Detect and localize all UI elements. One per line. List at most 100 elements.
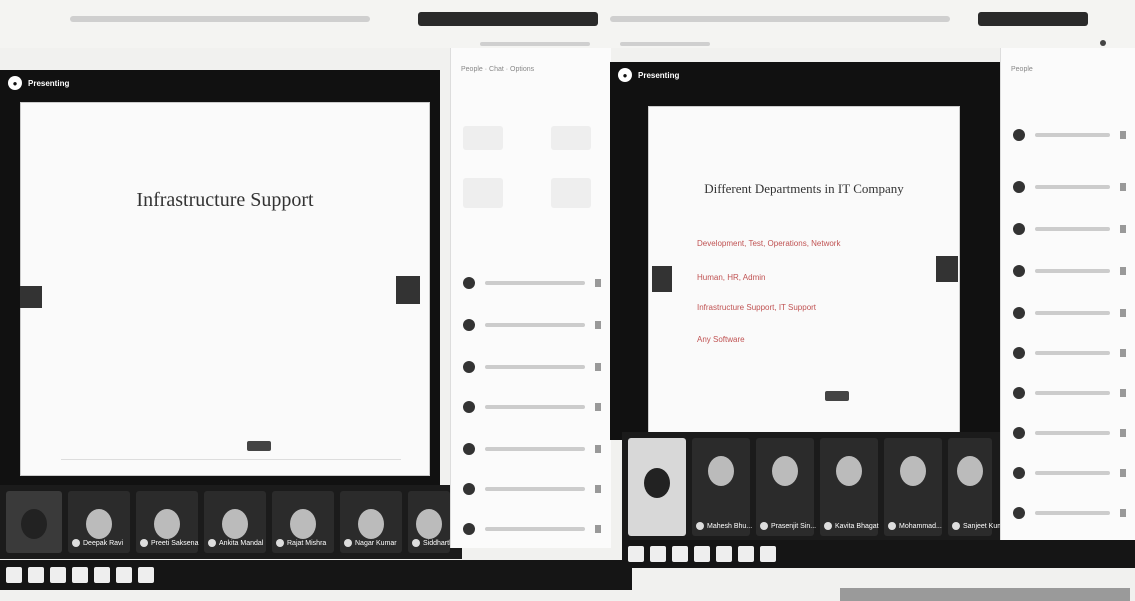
slide-bullet: Development, Test, Operations, Network bbox=[697, 239, 841, 248]
participant-tile[interactable]: Kavita Bhagat bbox=[820, 438, 879, 536]
browser-tab-active[interactable] bbox=[418, 12, 598, 26]
participant-row[interactable] bbox=[1013, 504, 1126, 522]
participant-row[interactable] bbox=[1013, 424, 1126, 442]
taskbar-app-icon[interactable] bbox=[28, 567, 44, 583]
participant-tile[interactable]: Siddharth Na... bbox=[408, 491, 470, 553]
mic-icon bbox=[824, 522, 832, 530]
taskbar-app-icon[interactable] bbox=[672, 546, 688, 562]
left-nav-handle-icon[interactable] bbox=[20, 286, 42, 308]
taskbar-app-icon[interactable] bbox=[138, 567, 154, 583]
taskbar-app-icon[interactable] bbox=[94, 567, 110, 583]
mic-icon bbox=[208, 539, 216, 547]
tab-title-faint bbox=[70, 16, 370, 22]
slide-bullets: Development, Test, Operations, Network H… bbox=[697, 239, 937, 349]
participant-tile[interactable]: Deepak Ravi bbox=[68, 491, 130, 553]
participant-name: Mahesh Bhu... bbox=[707, 522, 753, 530]
mic-icon bbox=[760, 522, 768, 530]
left-slide: Infrastructure Support bbox=[20, 102, 430, 476]
participant-tile[interactable]: Rajat Mishra bbox=[272, 491, 334, 553]
participant-row[interactable] bbox=[463, 480, 601, 498]
self-video-tile[interactable] bbox=[6, 491, 62, 553]
taskbar-app-icon[interactable] bbox=[650, 546, 666, 562]
left-taskbar bbox=[0, 560, 632, 590]
panel-header: People · Chat · Options bbox=[461, 66, 535, 73]
slide-title: Infrastructure Support bbox=[136, 189, 314, 211]
taskbar-app-icon[interactable] bbox=[628, 546, 644, 562]
participant-name: Mohammad... bbox=[899, 522, 942, 530]
participant-row[interactable] bbox=[463, 274, 601, 292]
participant-tile[interactable]: Ankita Mandal bbox=[204, 491, 266, 553]
participant-row[interactable] bbox=[1013, 178, 1126, 196]
participant-row[interactable] bbox=[463, 316, 601, 334]
participant-row[interactable] bbox=[463, 520, 601, 538]
participant-tile[interactable]: Preeti Saksena bbox=[136, 491, 198, 553]
mic-icon bbox=[72, 539, 80, 547]
slide-nav-button[interactable] bbox=[247, 441, 271, 451]
participant-row[interactable] bbox=[1013, 384, 1126, 402]
left-participant-strip: Deepak Ravi Preeti Saksena Ankita Mandal… bbox=[0, 485, 470, 559]
mic-icon bbox=[412, 539, 420, 547]
participant-row[interactable] bbox=[1013, 262, 1126, 280]
mic-icon bbox=[140, 539, 148, 547]
taskbar-app-icon[interactable] bbox=[72, 567, 88, 583]
option-box[interactable] bbox=[463, 178, 503, 208]
participant-row[interactable] bbox=[1013, 126, 1126, 144]
browser-tab-right[interactable] bbox=[978, 12, 1088, 26]
option-box[interactable] bbox=[551, 178, 591, 208]
option-box[interactable] bbox=[463, 126, 503, 150]
participant-tile[interactable]: Mohammad... bbox=[884, 438, 942, 536]
left-nav-handle-icon[interactable] bbox=[652, 266, 672, 292]
mic-icon bbox=[276, 539, 284, 547]
participant-tile[interactable]: Prasenjit Sin... bbox=[756, 438, 817, 536]
right-meeting-window: ● Presenting Different Departments in IT… bbox=[610, 62, 1000, 440]
presenter-logo-icon: ● bbox=[8, 76, 22, 90]
participant-tile[interactable]: Sanjeet Kumar bbox=[948, 438, 1009, 536]
participant-row[interactable] bbox=[463, 440, 601, 458]
slide-title: Different Departments in IT Company bbox=[704, 181, 904, 196]
taskbar-app-icon[interactable] bbox=[116, 567, 132, 583]
right-participant-strip: Mahesh Bhu... Prasenjit Sin... Kavita Bh… bbox=[622, 432, 1014, 542]
slide-divider bbox=[61, 459, 401, 460]
mic-icon bbox=[344, 539, 352, 547]
participant-tile[interactable]: Nagar Kumar bbox=[340, 491, 402, 553]
participant-row[interactable] bbox=[1013, 220, 1126, 238]
taskbar-app-icon[interactable] bbox=[738, 546, 754, 562]
bottom-edge-strip bbox=[840, 588, 1130, 601]
self-video-tile[interactable] bbox=[628, 438, 686, 536]
right-taskbar bbox=[622, 540, 1135, 568]
toolbar-faint-2 bbox=[620, 42, 710, 46]
slide-bullet: Infrastructure Support, IT Support bbox=[697, 303, 817, 312]
panel-header: People bbox=[1011, 66, 1033, 73]
participant-name: Preeti Saksena bbox=[151, 539, 199, 547]
participant-name: Rajat Mishra bbox=[287, 539, 327, 547]
participant-name: Deepak Ravi bbox=[83, 539, 124, 547]
right-nav-handle-icon[interactable] bbox=[936, 256, 958, 282]
right-side-panel: People bbox=[1000, 48, 1135, 540]
participant-row[interactable] bbox=[463, 358, 601, 376]
tab-url-faint bbox=[610, 16, 950, 22]
right-slide: Different Departments in IT Company Deve… bbox=[648, 106, 960, 434]
taskbar-app-icon[interactable] bbox=[50, 567, 66, 583]
slide-nav-button[interactable] bbox=[825, 391, 849, 401]
left-meeting-header: ● Presenting bbox=[0, 70, 440, 96]
option-box[interactable] bbox=[551, 126, 591, 150]
slide-bullet: Human, HR, Admin bbox=[697, 273, 766, 282]
participant-row[interactable] bbox=[1013, 464, 1126, 482]
right-nav-handle-icon[interactable] bbox=[396, 276, 420, 304]
participant-name: Ankita Mandal bbox=[219, 539, 264, 547]
taskbar-app-icon[interactable] bbox=[760, 546, 776, 562]
menu-dot-icon[interactable] bbox=[1100, 40, 1106, 46]
participant-name: Prasenjit Sin... bbox=[771, 522, 817, 530]
participant-tile[interactable]: Mahesh Bhu... bbox=[692, 438, 753, 536]
participant-row[interactable] bbox=[1013, 344, 1126, 362]
left-side-panel: People · Chat · Options bbox=[450, 48, 611, 548]
taskbar-app-icon[interactable] bbox=[716, 546, 732, 562]
presenter-label: Presenting bbox=[28, 78, 70, 88]
presenter-logo-icon: ● bbox=[618, 68, 632, 82]
participant-name: Nagar Kumar bbox=[355, 539, 397, 547]
participant-row[interactable] bbox=[463, 398, 601, 416]
participant-row[interactable] bbox=[1013, 304, 1126, 322]
taskbar-app-icon[interactable] bbox=[6, 567, 22, 583]
taskbar-app-icon[interactable] bbox=[694, 546, 710, 562]
participant-name: Kavita Bhagat bbox=[835, 522, 879, 530]
